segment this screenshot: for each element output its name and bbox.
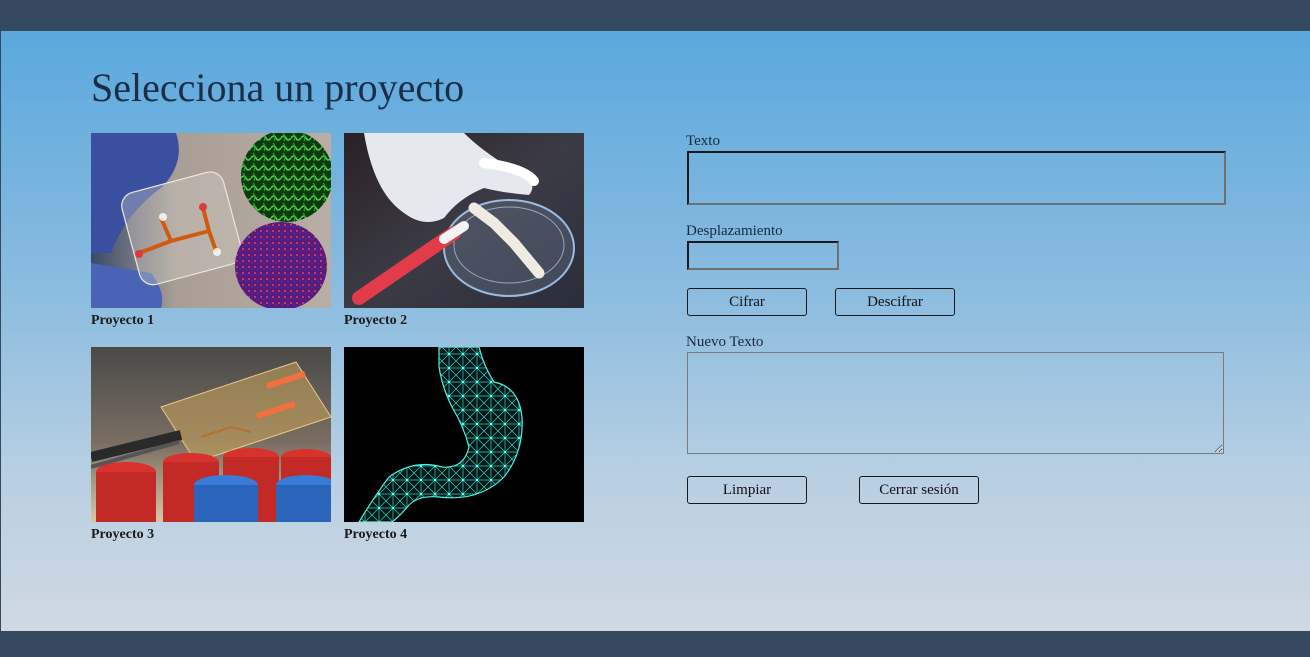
- cifrar-button[interactable]: Cifrar: [687, 288, 807, 316]
- project-1-image[interactable]: [91, 133, 331, 308]
- desplazamiento-label: Desplazamiento: [686, 223, 783, 239]
- project-1-caption[interactable]: Proyecto 1: [91, 313, 331, 329]
- cerrar-sesion-button[interactable]: Cerrar sesión: [859, 476, 979, 504]
- project-3-image[interactable]: [91, 347, 331, 522]
- project-card-2[interactable]: Proyecto 2: [344, 133, 584, 329]
- project-card-1[interactable]: Proyecto 1: [91, 133, 331, 329]
- project-card-4[interactable]: Proyecto 4: [344, 347, 584, 543]
- desplazamiento-input[interactable]: [687, 241, 839, 270]
- project-2-image[interactable]: [344, 133, 584, 308]
- page-title: Selecciona un proyecto: [91, 65, 465, 110]
- project-3-caption[interactable]: Proyecto 3: [91, 527, 331, 543]
- project-card-3[interactable]: Proyecto 3: [91, 347, 331, 543]
- project-4-image[interactable]: [344, 347, 584, 522]
- nuevo-texto-textarea[interactable]: [687, 352, 1224, 454]
- project-2-caption[interactable]: Proyecto 2: [344, 313, 584, 329]
- nuevo-texto-label: Nuevo Texto: [686, 334, 764, 350]
- bottom-bar: [0, 631, 1310, 657]
- top-bar: [0, 0, 1310, 31]
- texto-label: Texto: [686, 133, 720, 149]
- main-panel: Selecciona un proyecto Proyecto 1 Proyec…: [1, 31, 1310, 631]
- texto-input[interactable]: [687, 151, 1226, 205]
- descifrar-button[interactable]: Descifrar: [835, 288, 955, 316]
- project-4-caption[interactable]: Proyecto 4: [344, 527, 584, 543]
- limpiar-button[interactable]: Limpiar: [687, 476, 807, 504]
